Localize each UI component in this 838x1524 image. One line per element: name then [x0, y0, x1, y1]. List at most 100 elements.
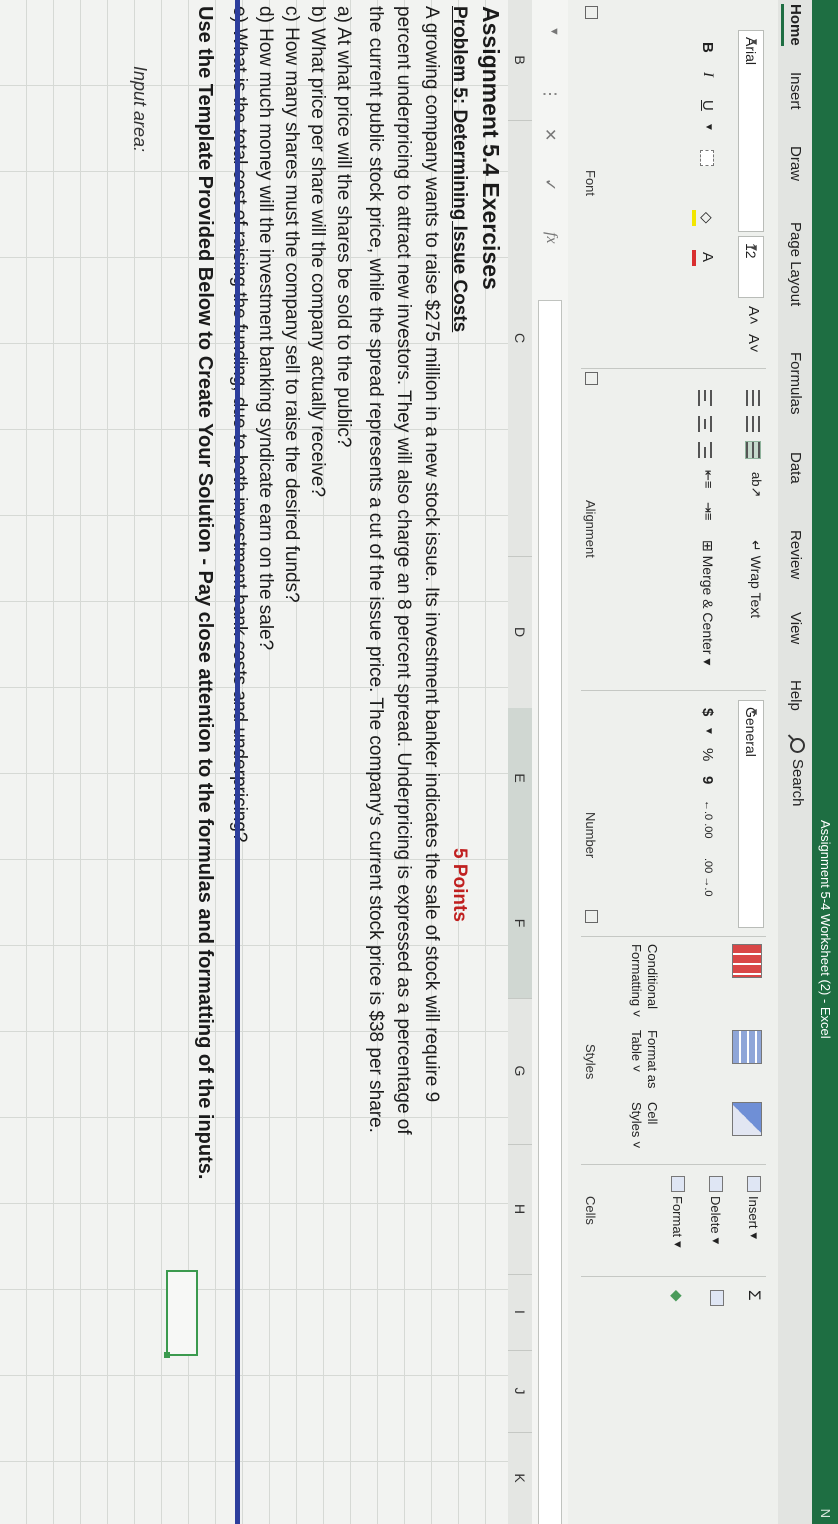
worksheet-grid[interactable]: Assignment 5.4 Exercises Problem 5: Dete…: [0, 0, 508, 1524]
tab-page-layout[interactable]: Page Layout: [787, 222, 804, 306]
align-left-icon[interactable]: [698, 390, 712, 406]
comma-button[interactable]: 9: [699, 776, 716, 784]
orientation-icon[interactable]: ab↗: [748, 472, 764, 497]
merge-center-button[interactable]: ⊞ Merge & Center ▾: [699, 540, 716, 665]
font-size-combo[interactable]: 12 ▼: [738, 236, 764, 298]
number-format-combo[interactable]: General ▼: [738, 700, 764, 928]
decrease-indent-icon[interactable]: ⇤≡: [700, 470, 716, 488]
wrap-text-button[interactable]: ↵ Wrap Text: [747, 540, 764, 618]
conditional-formatting-button[interactable]: Conditional Formatting ˅: [628, 944, 660, 1018]
insert-cells-button[interactable]: Insert ▾: [746, 1176, 762, 1239]
selected-cell[interactable]: [166, 1270, 198, 1356]
enter-icon[interactable]: ✓: [540, 178, 560, 191]
cells-group-label: Cells: [583, 1196, 598, 1225]
search-icon: [790, 738, 805, 753]
font-launcher-icon[interactable]: [585, 6, 598, 19]
increase-decimal-button[interactable]: ←.0 .00: [702, 800, 714, 839]
currency-button[interactable]: $: [699, 708, 716, 716]
merge-center-label: Merge & Center: [700, 555, 716, 655]
insert-icon: [747, 1176, 761, 1192]
shrink-font-button[interactable]: A˅: [745, 334, 762, 353]
align-center-icon[interactable]: [698, 416, 712, 432]
fill-color-swatch: [692, 210, 696, 226]
cancel-icon[interactable]: ✕: [540, 128, 560, 141]
align-middle-icon[interactable]: [746, 416, 760, 432]
chevron-down-icon: ▼: [748, 243, 759, 253]
format-as-table-button[interactable]: Format as Table ˅: [628, 1030, 660, 1094]
tab-help[interactable]: Help: [787, 680, 804, 711]
percent-button[interactable]: %: [699, 748, 716, 761]
underline-button[interactable]: U: [699, 100, 716, 111]
column-header-e[interactable]: E: [508, 708, 532, 849]
formula-input[interactable]: [538, 300, 562, 1524]
insert-label: Insert: [746, 1196, 762, 1229]
problem-paragraph-line-2: percent underpricing to attract new inve…: [393, 6, 414, 1135]
assignment-heading: Assignment 5.4 Exercises: [478, 6, 504, 290]
font-name-combo[interactable]: Arial ▼: [738, 30, 764, 232]
tab-formulas[interactable]: Formulas: [787, 352, 804, 415]
borders-icon[interactable]: [700, 150, 714, 166]
column-header-i[interactable]: I: [508, 1274, 532, 1351]
increase-indent-icon[interactable]: ⇥≡: [700, 502, 716, 520]
font-color-button[interactable]: A: [699, 252, 716, 262]
format-cells-button[interactable]: Format ▾: [670, 1176, 686, 1248]
column-header-b[interactable]: B: [508, 0, 532, 121]
ribbon-tabs: Home Insert Draw Page Layout Formulas Da…: [778, 0, 812, 1524]
cell-styles-button[interactable]: Cell Styles ˅: [628, 1102, 660, 1156]
chevron-down-icon[interactable]: ▼: [703, 122, 714, 132]
align-right-icon[interactable]: [698, 442, 712, 458]
insert-function-icon[interactable]: fx: [542, 232, 560, 244]
merge-icon: ⊞: [700, 540, 716, 556]
alignment-launcher-icon[interactable]: [585, 372, 598, 385]
chevron-down-icon: ▼: [748, 707, 759, 717]
namebox-dropdown-icon[interactable]: ▼: [548, 26, 560, 37]
title-bar: Assignment 5-4 Worksheet (2) - Excel N: [812, 0, 838, 1524]
align-top-icon[interactable]: [746, 390, 760, 406]
template-instruction: Use the Template Provided Below to Creat…: [194, 6, 216, 1180]
column-header-d[interactable]: D: [508, 556, 532, 709]
clear-icon[interactable]: ◆: [668, 1290, 686, 1302]
font-group-label: Font: [583, 170, 598, 197]
group-divider: [581, 1164, 766, 1165]
search-box[interactable]: Search: [789, 738, 806, 807]
tab-view[interactable]: View: [787, 612, 804, 644]
italic-button[interactable]: I: [699, 72, 716, 77]
format-icon: [671, 1176, 685, 1192]
column-header-k[interactable]: K: [508, 1432, 532, 1524]
autosum-icon[interactable]: Σ: [744, 1290, 764, 1301]
tab-draw[interactable]: Draw: [787, 146, 804, 181]
column-header-h[interactable]: H: [508, 1144, 532, 1275]
question-c: c) How many shares must the company sell…: [281, 6, 302, 603]
column-header-g[interactable]: G: [508, 998, 532, 1145]
tab-review[interactable]: Review: [787, 530, 804, 579]
number-launcher-icon[interactable]: [585, 910, 598, 923]
chevron-down-icon[interactable]: ▼: [703, 726, 714, 736]
tab-insert[interactable]: Insert: [787, 72, 804, 110]
fill-color-icon[interactable]: ◇: [698, 212, 716, 224]
group-divider: [581, 1276, 766, 1277]
delete-cells-button[interactable]: Delete ▾: [708, 1176, 724, 1244]
formula-bar-grip-icon: ⋮: [541, 86, 558, 102]
group-divider: [581, 690, 766, 691]
alignment-group-label: Alignment: [583, 500, 598, 558]
column-header-j[interactable]: J: [508, 1350, 532, 1433]
tab-data[interactable]: Data: [787, 452, 804, 484]
corner-label: N: [818, 1508, 833, 1518]
window-title: Assignment 5-4 Worksheet (2) - Excel: [818, 820, 833, 1039]
column-header-f[interactable]: F: [508, 848, 532, 999]
tab-home[interactable]: Home: [781, 4, 804, 46]
ribbon: Arial ▼ 12 ▼ A˄ A˅ B I U ▼ ◇ A Font ab↗ …: [567, 0, 778, 1524]
formula-bar: ▼ ⋮ ✕ ✓ fx: [531, 0, 568, 1524]
align-bottom-icon[interactable]: [745, 440, 761, 460]
format-as-table-icon[interactable]: [732, 1030, 762, 1064]
bold-button[interactable]: B: [699, 42, 716, 53]
column-header-c[interactable]: C: [508, 120, 532, 557]
conditional-formatting-icon[interactable]: [732, 944, 762, 978]
problem-title: Problem 5: Determining Issue Costs: [449, 6, 470, 333]
decrease-decimal-button[interactable]: .00 →.0: [702, 858, 714, 897]
fill-icon[interactable]: [710, 1290, 724, 1306]
grow-font-button[interactable]: A˄: [745, 306, 762, 325]
question-d: d) How much money will the investment ba…: [255, 6, 276, 651]
cell-styles-icon[interactable]: [732, 1102, 762, 1136]
question-a: a) At what price will the shares be sold…: [333, 6, 354, 448]
